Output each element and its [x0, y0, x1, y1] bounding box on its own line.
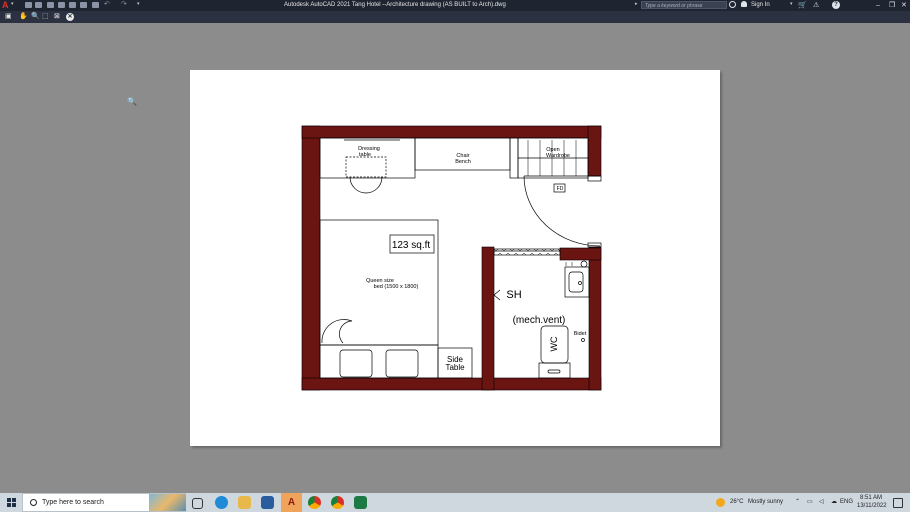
tray-chevron-icon[interactable]: ⌃: [795, 493, 800, 512]
autodesk-app-store-icon[interactable]: 🛒: [798, 1, 807, 10]
file-explorer-icon[interactable]: [238, 496, 251, 509]
app-menu-chevron-icon[interactable]: ▾: [11, 1, 14, 7]
zoom-cursor-icon: 🔍: [127, 97, 137, 106]
plot-icon[interactable]: [80, 2, 87, 8]
sign-in-chevron-icon[interactable]: ▾: [790, 1, 793, 7]
zoom-icon[interactable]: 🔍: [31, 13, 40, 21]
chrome-icon[interactable]: [308, 496, 321, 509]
customize-chevron-icon[interactable]: ▾: [137, 1, 140, 7]
edge-icon[interactable]: [215, 496, 228, 509]
network-icon[interactable]: ▭: [807, 493, 813, 512]
autocad-logo-icon[interactable]: A: [2, 0, 9, 10]
onedrive-icon[interactable]: ☁: [831, 493, 837, 512]
autocad-taskbar-icon[interactable]: A: [281, 493, 302, 512]
open-icon[interactable]: [35, 2, 42, 8]
restore-icon[interactable]: ❐: [889, 1, 895, 10]
print-icon[interactable]: [92, 2, 99, 8]
zoom-window-icon[interactable]: ⬚: [42, 13, 49, 21]
clock-date: 13/11/2022: [857, 503, 887, 509]
clock-time: 8:51 AM: [859, 495, 882, 501]
volume-icon[interactable]: ◁: [819, 493, 824, 512]
minimize-icon[interactable]: –: [876, 1, 880, 10]
close-preview-icon[interactable]: ✕: [66, 13, 74, 21]
title-bar: A ▾ ↶ ↷ ▾ Autodesk AutoCAD 2021 Tang Hot…: [0, 0, 910, 11]
stay-connected-icon[interactable]: ⚠: [813, 1, 819, 10]
windows-taskbar: Type here to search A 26°C Mostly sunny …: [0, 493, 910, 512]
language-indicator[interactable]: ENG: [840, 493, 853, 512]
window-title: Autodesk AutoCAD 2021 Tang Hotel --Archi…: [284, 2, 506, 8]
clock[interactable]: 8:51 AM 13/11/2022: [857, 494, 887, 510]
excel-icon[interactable]: [354, 496, 367, 509]
weather-sun-icon: [716, 498, 725, 507]
sign-in-link[interactable]: Sign In: [751, 2, 770, 8]
search-highlight-image: [149, 494, 186, 511]
taskbar-search-box[interactable]: Type here to search: [22, 493, 186, 512]
close-icon[interactable]: ✕: [901, 1, 907, 10]
pan-hand-icon[interactable]: ✋: [19, 13, 28, 21]
search-icon[interactable]: [729, 1, 736, 8]
windows-start-icon[interactable]: [7, 498, 16, 507]
paper-sheet: [190, 70, 720, 446]
steering-wheel-icon[interactable]: ▣: [5, 13, 12, 21]
weather-text[interactable]: Mostly sunny: [748, 493, 783, 512]
mail-app-icon[interactable]: [261, 496, 274, 509]
task-view-icon[interactable]: [192, 498, 203, 509]
undo-icon[interactable]: ↶: [104, 0, 110, 8]
chrome-profile-icon[interactable]: [331, 496, 344, 509]
save-as-icon[interactable]: [58, 2, 65, 8]
keyword-search-input[interactable]: Type a keyword or phrase: [641, 1, 727, 9]
drawing-canvas[interactable]: 🔍: [0, 23, 910, 493]
new-icon[interactable]: [25, 2, 32, 8]
save-icon[interactable]: [47, 2, 54, 8]
publish-icon[interactable]: [69, 2, 76, 8]
search-arrow-icon[interactable]: ▸: [635, 1, 638, 7]
taskbar-search-icon: [30, 499, 37, 506]
help-button[interactable]: ?: [832, 1, 840, 9]
notifications-icon[interactable]: [893, 498, 903, 508]
taskbar-search-placeholder: Type here to search: [42, 499, 104, 506]
weather-temp[interactable]: 26°C: [730, 493, 743, 512]
redo-icon[interactable]: ↷: [121, 0, 127, 8]
zoom-extents-icon[interactable]: ⊠: [54, 13, 60, 21]
user-icon[interactable]: [741, 1, 747, 7]
